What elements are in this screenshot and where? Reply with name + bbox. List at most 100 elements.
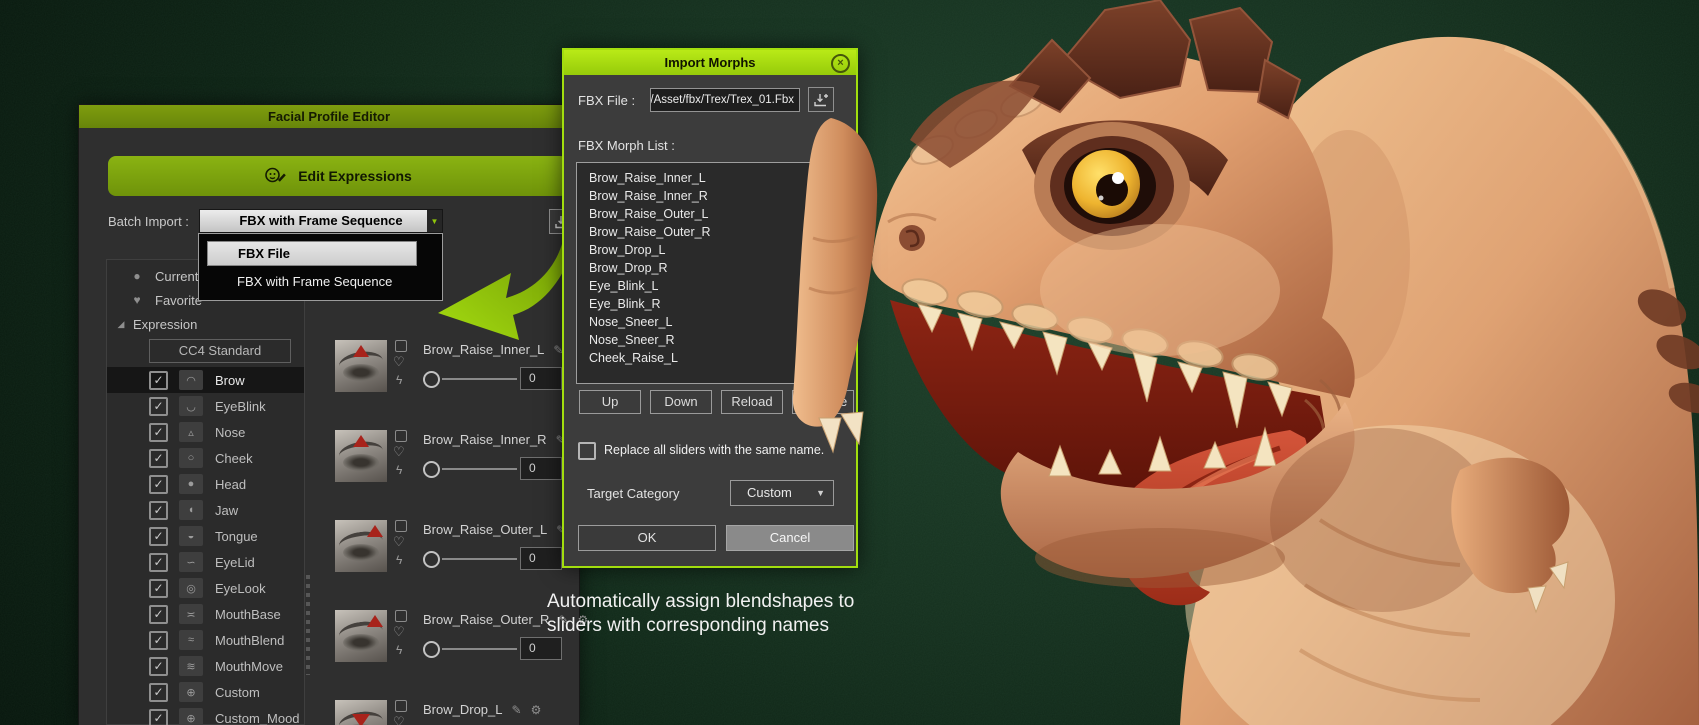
reload-button[interactable]: Reload — [721, 390, 783, 414]
replace-sliders-checkbox[interactable] — [578, 442, 596, 460]
slider-track[interactable] — [442, 468, 517, 470]
gear-icon[interactable]: ⚙ — [531, 703, 542, 717]
slider-checkbox[interactable] — [395, 430, 407, 442]
morph-thumbnail[interactable] — [335, 610, 387, 662]
morph-thumbnail[interactable] — [335, 430, 387, 482]
category-row[interactable]: ✓ ▵ Nose — [107, 419, 304, 445]
category-row[interactable]: ✓ ● Head — [107, 471, 304, 497]
category-row[interactable]: ✓ ◡ EyeBlink — [107, 393, 304, 419]
up-button[interactable]: Up — [579, 390, 641, 414]
slider-value-box[interactable]: 0 — [520, 457, 562, 480]
browse-fbx-icon-button[interactable] — [808, 87, 834, 112]
favorite-heart-icon[interactable]: ♡ — [393, 354, 405, 370]
category-checkbox[interactable]: ✓ — [149, 579, 168, 598]
category-checkbox[interactable]: ✓ — [149, 709, 168, 725]
category-checkbox[interactable]: ✓ — [149, 657, 168, 676]
favorite-heart-icon[interactable]: ♡ — [393, 534, 405, 550]
morph-thumbnail[interactable] — [335, 700, 387, 725]
slider-track[interactable] — [442, 558, 517, 560]
category-row[interactable]: ✓ ◎ EyeLook — [107, 575, 304, 601]
category-row[interactable]: ✓ ○ Cheek — [107, 445, 304, 471]
slider-value-box[interactable]: 0 — [520, 637, 562, 660]
lightning-icon[interactable]: ϟ — [396, 553, 402, 567]
batch-import-dropdown[interactable]: FBX with Frame Sequence ▼ — [199, 209, 443, 233]
tree-item-expression[interactable]: ◢ Expression — [107, 312, 304, 336]
category-label: MouthBase — [215, 607, 281, 622]
fbx-file-path-field[interactable]: 化/Asset/fbx/Trex/Trex_01.Fbx — [650, 88, 800, 112]
category-row[interactable]: ✓ ◒ Tongue — [107, 523, 304, 549]
tree-scrollbar[interactable] — [306, 575, 310, 675]
target-category-label: Target Category — [587, 486, 680, 501]
lightning-icon[interactable]: ϟ — [396, 463, 402, 477]
favorite-heart-icon[interactable]: ♡ — [393, 714, 405, 725]
category-checkbox[interactable]: ✓ — [149, 631, 168, 650]
category-row[interactable]: ✓ ⊕ Custom — [107, 679, 304, 705]
slider-knob[interactable] — [423, 641, 440, 658]
category-checkbox[interactable]: ✓ — [149, 371, 168, 390]
slider-checkbox[interactable] — [395, 610, 407, 622]
caption-line-1: Automatically assign blendshapes to — [547, 590, 854, 614]
fbx-morph-list-label: FBX Morph List : — [578, 138, 675, 153]
category-checkbox[interactable]: ✓ — [149, 553, 168, 572]
batch-import-selected-value: FBX with Frame Sequence — [200, 210, 442, 232]
category-row[interactable]: ✓ ≈ MouthBlend — [107, 627, 304, 653]
category-checkbox[interactable]: ✓ — [149, 501, 168, 520]
category-checkbox[interactable]: ✓ — [149, 527, 168, 546]
slider-knob[interactable] — [423, 371, 440, 388]
slider-value-box[interactable]: 0 — [520, 367, 562, 390]
slider-checkbox[interactable] — [395, 340, 407, 352]
ok-button[interactable]: OK — [578, 525, 716, 551]
category-checkbox[interactable]: ✓ — [149, 475, 168, 494]
category-checkbox[interactable]: ✓ — [149, 605, 168, 624]
category-row[interactable]: ✓ ≍ MouthBase — [107, 601, 304, 627]
menu-item-fbx-file[interactable]: FBX File — [207, 241, 417, 266]
screenshot-stage: Facial Profile Editor Edit Expressions B… — [0, 0, 1699, 725]
facial-profile-editor-titlebar[interactable]: Facial Profile Editor — [79, 105, 579, 128]
category-label: Jaw — [215, 503, 238, 518]
slider-row: ♡ ϟ Brow_Raise_Outer_R ✎⚙ 0 — [335, 610, 567, 696]
cc4-standard-button[interactable]: CC4 Standard — [149, 339, 291, 363]
mouthblend-icon: ≈ — [179, 630, 203, 650]
favorite-heart-icon[interactable]: ♡ — [393, 444, 405, 460]
tree-item-favorite-label: Favorite — [155, 293, 202, 308]
category-label: Custom — [215, 685, 260, 700]
edit-expressions-button[interactable]: Edit Expressions — [108, 156, 568, 196]
lightning-icon[interactable]: ϟ — [396, 373, 402, 387]
lightning-icon[interactable]: ϟ — [396, 643, 402, 657]
category-row[interactable]: ✓ ◠ Brow — [107, 367, 304, 393]
slider-checkbox[interactable] — [395, 520, 407, 532]
category-label: MouthBlend — [215, 633, 284, 648]
cancel-button[interactable]: Cancel — [726, 525, 854, 551]
category-row[interactable]: ✓ ◖ Jaw — [107, 497, 304, 523]
morph-thumbnail[interactable] — [335, 340, 387, 392]
target-category-select[interactable]: Custom ▼ — [730, 480, 834, 506]
category-checkbox[interactable]: ✓ — [149, 397, 168, 416]
slider-value-box[interactable]: 0 — [520, 547, 562, 570]
edit-pencil-icon[interactable]: ✎ — [512, 703, 522, 717]
down-button[interactable]: Down — [650, 390, 712, 414]
category-checkbox[interactable]: ✓ — [149, 683, 168, 702]
slider-track[interactable] — [442, 378, 517, 380]
morph-thumbnail[interactable] — [335, 520, 387, 572]
category-row[interactable]: ✓ ⊕ Custom_Mood — [107, 705, 304, 725]
category-checkbox[interactable]: ✓ — [149, 423, 168, 442]
slider-name: Brow_Drop_L — [423, 702, 503, 717]
favorite-heart-icon[interactable]: ♡ — [393, 624, 405, 640]
eyelook-icon: ◎ — [179, 578, 203, 598]
slider-knob[interactable] — [423, 461, 440, 478]
caption-line-2: sliders with corresponding names — [547, 614, 854, 638]
batch-import-open-menu: FBX File FBX with Frame Sequence — [198, 233, 443, 301]
category-checkbox[interactable]: ✓ — [149, 449, 168, 468]
slider-track[interactable] — [442, 648, 517, 650]
slider-row: ♡ ϟ Brow_Drop_L ✎⚙ 0 — [335, 700, 567, 725]
category-row[interactable]: ✓ ≋ MouthMove — [107, 653, 304, 679]
category-row[interactable]: ✓ ∽ EyeLid — [107, 549, 304, 575]
close-icon[interactable]: × — [831, 54, 850, 73]
category-label: Tongue — [215, 529, 258, 544]
slider-checkbox[interactable] — [395, 700, 407, 712]
head-icon: ● — [179, 474, 203, 494]
import-morphs-titlebar[interactable]: Import Morphs × — [564, 50, 856, 75]
slider-knob[interactable] — [423, 551, 440, 568]
menu-item-fbx-frame-sequence[interactable]: FBX with Frame Sequence — [207, 272, 465, 292]
target-category-value: Custom — [747, 485, 792, 500]
